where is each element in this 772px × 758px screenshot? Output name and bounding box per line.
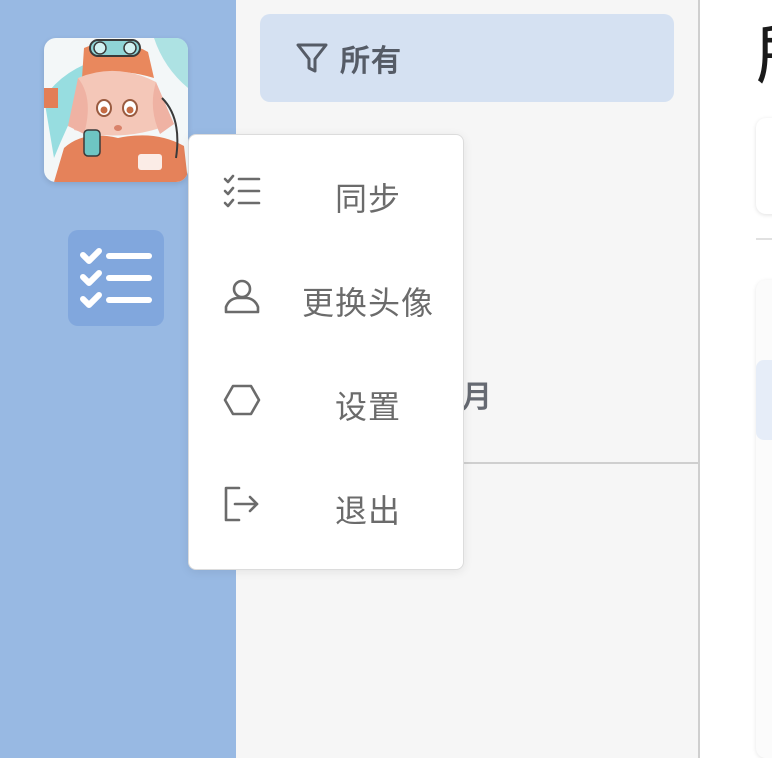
main-list-card (756, 280, 772, 758)
page-title: 所 (756, 22, 772, 90)
menu-item-change-avatar[interactable]: 更换头像 (189, 249, 463, 353)
menu-item-settings[interactable]: 设置 (189, 353, 463, 457)
avatar[interactable] (44, 38, 188, 182)
filter-icon (296, 43, 328, 73)
main-card[interactable] (756, 118, 772, 214)
filter-all[interactable]: 所有 (260, 14, 674, 102)
avatar-image (44, 38, 188, 182)
app-window: 所有 月 所 同步 (0, 0, 772, 758)
hexagon-icon (223, 384, 261, 416)
list-item-selected[interactable] (756, 360, 772, 440)
menu-item-label: 更换头像 (301, 284, 434, 322)
user-icon (224, 279, 260, 314)
rail-tasks-button[interactable] (68, 230, 164, 326)
filter-item-month[interactable]: 月 (462, 372, 492, 416)
logout-icon (224, 486, 259, 522)
checklist-icon (223, 174, 261, 208)
menu-item-sync[interactable]: 同步 (189, 145, 463, 249)
checklist-icon (80, 248, 152, 308)
divider (756, 238, 772, 240)
menu-item-label: 同步 (334, 180, 401, 218)
menu-item-logout[interactable]: 退出 (189, 457, 463, 561)
menu-item-label: 设置 (334, 388, 401, 426)
menu-item-label: 退出 (334, 492, 401, 530)
filter-all-label: 所有 (340, 44, 402, 79)
user-menu: 同步 更换头像 设置 退出 (188, 134, 464, 570)
